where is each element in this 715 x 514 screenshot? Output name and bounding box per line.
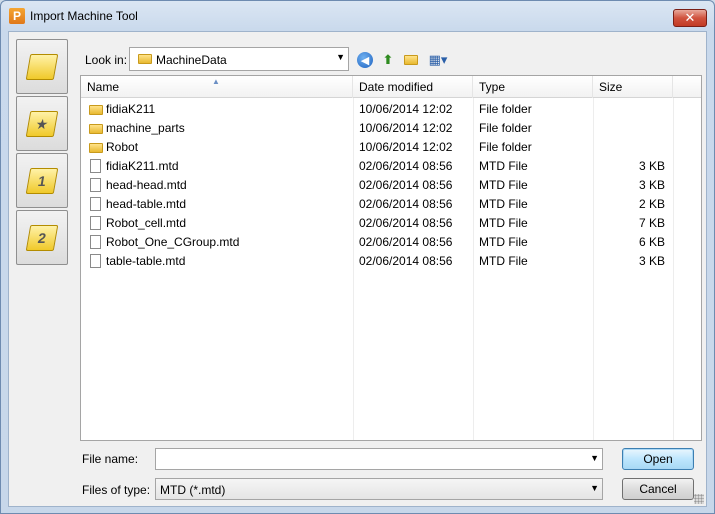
new-folder-glyph bbox=[404, 55, 418, 65]
file-icon bbox=[90, 197, 101, 211]
file-date: 02/06/2014 08:56 bbox=[359, 254, 453, 268]
file-date: 02/06/2014 08:56 bbox=[359, 159, 453, 173]
file-date: 02/06/2014 08:56 bbox=[359, 235, 453, 249]
folder-icon bbox=[89, 143, 103, 153]
column-name[interactable]: Name ▲ bbox=[81, 76, 353, 98]
list-header: Name ▲ Date modified Type Size bbox=[81, 76, 701, 98]
list-item[interactable]: Robot_cell.mtd 02/06/2014 08:56 MTD File 7 … bbox=[81, 214, 701, 233]
file-name: Robot bbox=[106, 140, 139, 154]
file-type: MTD File bbox=[479, 178, 528, 192]
column-date[interactable]: Date modified bbox=[353, 76, 473, 98]
open-button[interactable]: Open bbox=[622, 448, 694, 470]
chevron-down-icon[interactable]: ▼ bbox=[590, 453, 599, 463]
file-icon bbox=[90, 254, 101, 268]
file-name: table-table.mtd bbox=[106, 254, 186, 268]
file-icon bbox=[90, 159, 101, 173]
list-item[interactable]: head-head.mtd 02/06/2014 08:56 MTD File 3 K… bbox=[81, 176, 701, 195]
file-type: File folder bbox=[479, 140, 532, 154]
resize-grip[interactable] bbox=[694, 494, 704, 504]
column-size[interactable]: Size bbox=[593, 76, 673, 98]
new-folder-icon[interactable] bbox=[402, 52, 420, 68]
file-size: 2 KB bbox=[638, 197, 665, 211]
file-type: MTD File bbox=[479, 197, 528, 211]
file-name: machine_parts bbox=[106, 121, 185, 135]
chevron-down-icon[interactable]: ▼ bbox=[590, 483, 599, 493]
import-dialog: P Import Machine Tool ✕ ★ 1 2 Look in: M… bbox=[0, 0, 715, 514]
list-item[interactable]: fidiaK211 10/06/2014 12:02 File folder bbox=[81, 100, 701, 119]
file-size: 3 KB bbox=[638, 159, 665, 173]
file-type: MTD File bbox=[479, 235, 528, 249]
folder-icon bbox=[89, 105, 103, 115]
file-size: 7 KB bbox=[638, 216, 665, 230]
look-in-value: MachineData bbox=[156, 53, 227, 67]
file-name: head-table.mtd bbox=[106, 197, 187, 211]
file-type-label: Files of type: bbox=[82, 483, 151, 497]
cancel-button[interactable]: Cancel bbox=[622, 478, 694, 500]
place-recent[interactable] bbox=[16, 39, 68, 94]
window-title: Import Machine Tool bbox=[30, 9, 138, 23]
file-size: 3 KB bbox=[638, 254, 665, 268]
file-name-label: File name: bbox=[82, 452, 139, 466]
file-type: MTD File bbox=[479, 254, 528, 268]
file-type: File folder bbox=[479, 121, 532, 135]
file-name: Robot_cell.mtd bbox=[106, 216, 187, 230]
list-item[interactable]: table-table.mtd 02/06/2014 08:56 MTD File 3… bbox=[81, 252, 701, 271]
up-folder-icon[interactable]: ⬆ bbox=[379, 52, 397, 68]
file-icon bbox=[90, 235, 101, 249]
file-date: 10/06/2014 12:02 bbox=[359, 102, 453, 116]
folder-1-icon: 1 bbox=[25, 167, 59, 194]
folder-icon bbox=[89, 124, 103, 134]
file-date: 10/06/2014 12:02 bbox=[359, 121, 453, 135]
file-name: head-head.mtd bbox=[106, 178, 187, 192]
file-type: MTD File bbox=[479, 159, 528, 173]
place-folder-2[interactable]: 2 bbox=[16, 210, 68, 265]
back-icon[interactable]: ◀ bbox=[357, 52, 373, 68]
file-name: Robot_One_CGroup.mtd bbox=[106, 235, 240, 249]
close-button[interactable]: ✕ bbox=[673, 9, 707, 27]
look-in-combo[interactable]: MachineData ▼ bbox=[129, 47, 349, 71]
folder-icon bbox=[138, 54, 152, 64]
view-menu-icon[interactable]: ▦▾ bbox=[425, 52, 451, 68]
list-item[interactable]: Robot 10/06/2014 12:02 File folder bbox=[81, 138, 701, 157]
folder-2-icon: 2 bbox=[25, 224, 59, 251]
file-name-input[interactable]: ▼ bbox=[155, 448, 603, 470]
place-folder-1[interactable]: 1 bbox=[16, 153, 68, 208]
sort-ascending-icon: ▲ bbox=[212, 77, 220, 86]
file-list[interactable]: Name ▲ Date modified Type Size fidiaK211… bbox=[80, 75, 702, 441]
file-name: fidiaK211 bbox=[106, 102, 156, 116]
file-date: 02/06/2014 08:56 bbox=[359, 216, 453, 230]
dialog-body: ★ 1 2 Look in: MachineData ▼ ◀ ⬆ ▦▾ Name bbox=[8, 31, 707, 507]
title-bar[interactable]: P Import Machine Tool ✕ bbox=[1, 1, 714, 31]
column-name-label: Name bbox=[87, 80, 120, 94]
file-date: 10/06/2014 12:02 bbox=[359, 140, 453, 154]
file-icon bbox=[90, 216, 101, 230]
list-item[interactable]: head-table.mtd 02/06/2014 08:56 MTD File 2 … bbox=[81, 195, 701, 214]
file-size: 3 KB bbox=[638, 178, 665, 192]
chevron-down-icon[interactable]: ▼ bbox=[336, 52, 345, 62]
recent-places-icon bbox=[25, 53, 59, 80]
file-size: 6 KB bbox=[638, 235, 665, 249]
favorites-folder-icon: ★ bbox=[25, 110, 59, 137]
list-item[interactable]: machine_parts 10/06/2014 12:02 File folder bbox=[81, 119, 701, 138]
list-item[interactable]: Robot_One_CGroup.mtd 02/06/2014 08:56 MTD … bbox=[81, 233, 701, 252]
list-item[interactable]: fidiaK211.mtd 02/06/2014 08:56 MTD File 3 K… bbox=[81, 157, 701, 176]
file-type: MTD File bbox=[479, 216, 528, 230]
file-date: 02/06/2014 08:56 bbox=[359, 197, 453, 211]
app-icon: P bbox=[9, 8, 25, 24]
places-bar: ★ 1 2 bbox=[16, 39, 69, 267]
file-type-value: MTD (*.mtd) bbox=[160, 483, 226, 497]
column-type[interactable]: Type bbox=[473, 76, 593, 98]
look-in-label: Look in: bbox=[85, 53, 128, 67]
file-name: fidiaK211.mtd bbox=[106, 159, 179, 173]
file-type-select[interactable]: MTD (*.mtd) ▼ bbox=[155, 478, 603, 500]
file-date: 02/06/2014 08:56 bbox=[359, 178, 453, 192]
place-favorites[interactable]: ★ bbox=[16, 96, 68, 151]
file-type: File folder bbox=[479, 102, 532, 116]
file-icon bbox=[90, 178, 101, 192]
